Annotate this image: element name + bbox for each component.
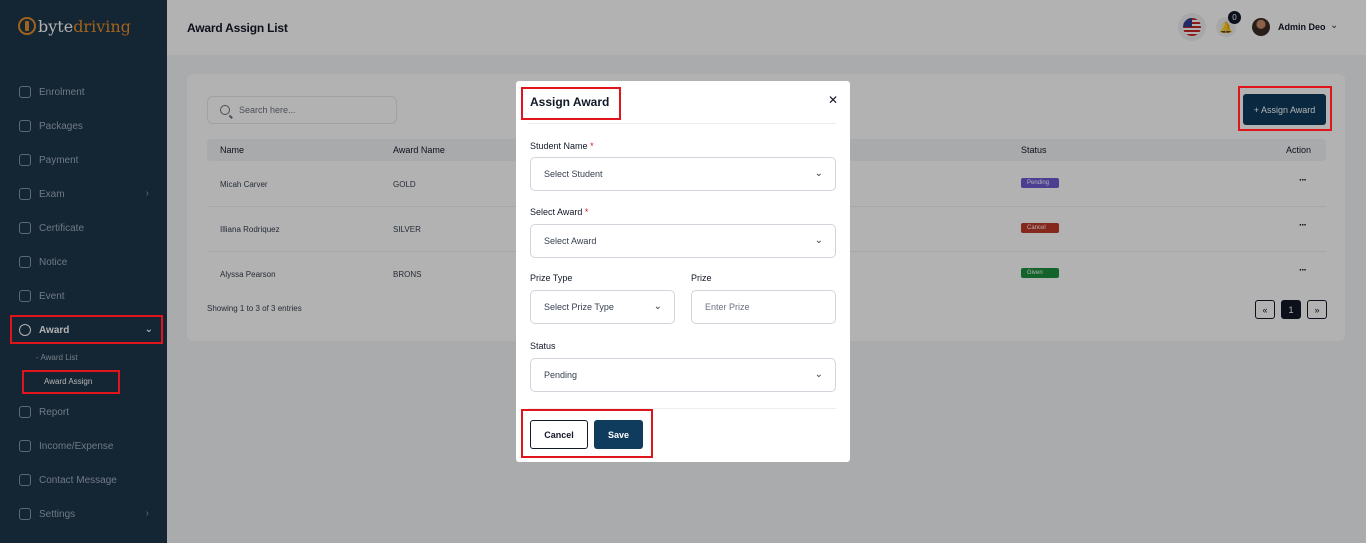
chevron-down-icon: ⌄: [814, 168, 823, 179]
divider: [528, 408, 836, 409]
close-icon[interactable]: ✕: [828, 93, 838, 107]
divider: [528, 123, 836, 124]
award-select[interactable]: Select Award ⌄: [530, 224, 836, 258]
chevron-down-icon: ⌄: [653, 301, 662, 312]
status-select[interactable]: Pending ⌄: [530, 358, 836, 392]
select-award-label: Select Award *: [530, 207, 589, 217]
assign-award-modal: Assign Award ✕ Student Name * Select Stu…: [516, 81, 850, 462]
prize-type-select[interactable]: Select Prize Type ⌄: [530, 290, 675, 324]
prize-type-label: Prize Type: [530, 273, 573, 283]
prize-label: Prize: [691, 273, 712, 283]
chevron-down-icon: ⌄: [814, 369, 823, 380]
save-button[interactable]: Save: [594, 420, 643, 449]
modal-title: Assign Award: [530, 95, 610, 109]
chevron-down-icon: ⌄: [814, 235, 823, 246]
student-name-label: Student Name *: [530, 141, 594, 151]
status-label: Status: [530, 341, 556, 351]
cancel-button[interactable]: Cancel: [530, 420, 588, 449]
prize-input[interactable]: Enter Prize: [691, 290, 836, 324]
student-select[interactable]: Select Student ⌄: [530, 157, 836, 191]
